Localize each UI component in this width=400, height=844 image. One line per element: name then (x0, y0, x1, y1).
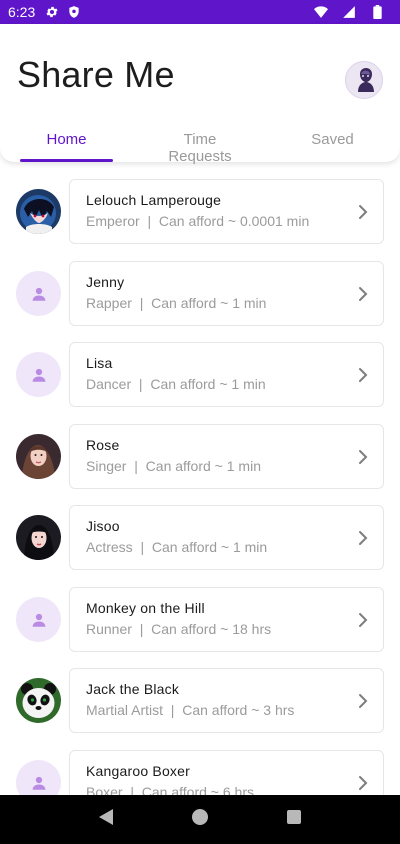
status-time: 6:23 (8, 4, 36, 20)
chevron-right-icon (359, 531, 368, 545)
chevron-right-icon (359, 205, 368, 219)
separator: | (139, 295, 144, 311)
list-item[interactable]: Monkey on the Hill Runner | Can afford ~… (0, 587, 400, 653)
avatar-placeholder (16, 597, 61, 642)
contact-name: Lelouch Lamperouge (86, 192, 222, 208)
chevron-right-icon (359, 287, 368, 301)
avatar (16, 678, 61, 723)
contact-afford: Can afford ~ 6 hrs (141, 784, 254, 795)
chevron-right-icon (359, 776, 368, 790)
system-nav-bar (0, 795, 400, 844)
recents-icon[interactable] (286, 809, 302, 830)
wifi-icon (314, 5, 328, 19)
tab-bar: Home Time Requests Saved (0, 124, 400, 165)
separator: | (147, 213, 152, 229)
avatar-placeholder (16, 352, 61, 397)
contact-details: Rapper | Can afford ~ 1 min (86, 295, 266, 311)
separator: | (140, 539, 145, 555)
contact-role: Dancer (86, 376, 132, 392)
contact-name: Jisoo (86, 518, 120, 534)
list-item[interactable]: Lisa Dancer | Can afford ~ 1 min (0, 342, 400, 408)
contact-role: Emperor (86, 213, 140, 229)
chevron-right-icon (359, 613, 368, 627)
status-bar: 6:23 (0, 0, 400, 24)
battery-icon (370, 5, 384, 19)
contact-name: Kangaroo Boxer (86, 763, 190, 779)
person-icon (32, 368, 45, 382)
gear-icon (45, 5, 59, 19)
contact-details: Boxer | Can afford ~ 6 hrs (86, 784, 254, 795)
avatar (16, 515, 61, 560)
list-item[interactable]: Lelouch Lamperouge Emperor | Can afford … (0, 179, 400, 245)
contact-afford: Can afford ~ 18 hrs (151, 621, 272, 637)
signal-icon (342, 5, 356, 19)
person-icon (32, 287, 45, 301)
separator: | (138, 376, 143, 392)
page-title: Share Me (17, 54, 175, 95)
contact-name: Lisa (86, 355, 113, 371)
contact-card[interactable]: Lisa Dancer | Can afford ~ 1 min (69, 342, 384, 407)
contact-role: Singer (86, 458, 127, 474)
list-item[interactable]: Jisoo Actress | Can afford ~ 1 min (0, 505, 400, 571)
contact-role: Martial Artist (86, 702, 164, 718)
contact-role: Runner (86, 621, 132, 637)
tab-saved[interactable]: Saved (300, 124, 365, 162)
list-item[interactable]: Kangaroo Boxer Boxer | Can afford ~ 6 hr… (0, 750, 400, 795)
separator: | (170, 702, 175, 718)
contact-details: Emperor | Can afford ~ 0.0001 min (86, 213, 309, 229)
home-icon[interactable] (191, 808, 209, 831)
separator: | (134, 458, 138, 474)
contact-afford: Can afford ~ 1 min (145, 458, 261, 474)
profile-avatar[interactable] (345, 61, 383, 99)
chevron-right-icon (359, 450, 368, 464)
contact-afford: Can afford ~ 1 min (150, 376, 266, 392)
shield-icon (67, 5, 81, 19)
contact-details: Singer | Can afford ~ 1 min (86, 458, 261, 474)
contact-role: Boxer (86, 784, 123, 795)
contact-card[interactable]: Jisoo Actress | Can afford ~ 1 min (69, 505, 384, 570)
avatar (16, 189, 61, 234)
chevron-right-icon (359, 694, 368, 708)
person-icon (32, 613, 45, 627)
contact-card[interactable]: Jenny Rapper | Can afford ~ 1 min (69, 261, 384, 326)
contact-afford: Can afford ~ 1 min (151, 539, 268, 555)
separator: | (139, 621, 144, 637)
contact-card[interactable]: Lelouch Lamperouge Emperor | Can afford … (69, 179, 384, 244)
contact-name: Rose (86, 437, 120, 453)
contact-details: Martial Artist | Can afford ~ 3 hrs (86, 702, 294, 718)
contact-name: Jenny (86, 274, 125, 290)
app-header: Share Me Home Time Requests Saved (0, 24, 400, 165)
chevron-right-icon (359, 368, 368, 382)
tab-time-requests[interactable]: Time Requests (150, 124, 250, 165)
avatar (16, 434, 61, 479)
avatar-placeholder (16, 760, 61, 795)
person-icon (32, 776, 45, 790)
tab-home[interactable]: Home (20, 124, 113, 162)
contact-card[interactable]: Monkey on the Hill Runner | Can afford ~… (69, 587, 384, 652)
contact-card[interactable]: Jack the Black Martial Artist | Can affo… (69, 668, 384, 733)
contact-card[interactable]: Kangaroo Boxer Boxer | Can afford ~ 6 hr… (69, 750, 384, 795)
contact-role: Actress (86, 539, 133, 555)
list-item[interactable]: Jack the Black Martial Artist | Can affo… (0, 668, 400, 734)
contact-details: Runner | Can afford ~ 18 hrs (86, 621, 271, 637)
contact-name: Monkey on the Hill (86, 600, 205, 616)
list-item[interactable]: Rose Singer | Can afford ~ 1 min (0, 424, 400, 490)
back-icon[interactable] (98, 808, 114, 831)
contact-details: Actress | Can afford ~ 1 min (86, 539, 267, 555)
contact-afford: Can afford ~ 3 hrs (182, 702, 295, 718)
contact-list: Lelouch Lamperouge Emperor | Can afford … (0, 162, 400, 795)
avatar-placeholder (16, 271, 61, 316)
contact-card[interactable]: Rose Singer | Can afford ~ 1 min (69, 424, 384, 489)
contact-afford: Can afford ~ 0.0001 min (158, 213, 310, 229)
contact-role: Rapper (86, 295, 132, 311)
contact-details: Dancer | Can afford ~ 1 min (86, 376, 266, 392)
separator: | (130, 784, 134, 795)
contact-afford: Can afford ~ 1 min (151, 295, 267, 311)
list-item[interactable]: Jenny Rapper | Can afford ~ 1 min (0, 261, 400, 327)
contact-name: Jack the Black (86, 681, 180, 697)
